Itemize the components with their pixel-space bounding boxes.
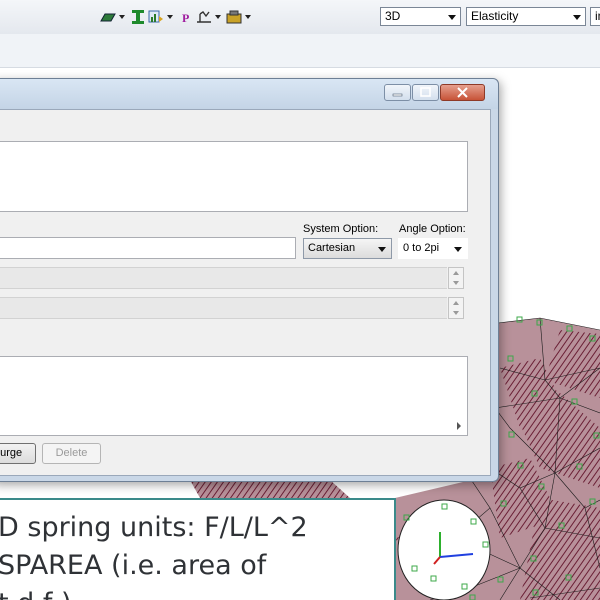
shell-dropdown-arrow[interactable] <box>119 15 125 19</box>
chevron-down-icon <box>448 15 456 20</box>
maximize-button[interactable] <box>412 84 439 101</box>
svg-text:P: P <box>182 11 189 25</box>
coordinate-title-input[interactable] <box>0 237 296 259</box>
spring-dropdown-arrow[interactable] <box>215 15 221 19</box>
coordinate-systems-list[interactable] <box>0 141 468 212</box>
system-option-label: System Option: <box>303 223 379 235</box>
property-type-value: Elasticity <box>471 9 519 23</box>
delete-button[interactable]: Delete <box>42 443 101 464</box>
mesh-hole <box>397 499 491 600</box>
units-select[interactable]: in <box>590 7 600 26</box>
spin-down-icon <box>453 281 459 285</box>
dialog-titlebar[interactable] <box>0 79 498 109</box>
scroll-right-icon[interactable] <box>457 422 461 430</box>
view-mode-value: 3D <box>385 9 401 23</box>
view-mode-select[interactable]: 3D <box>380 7 461 26</box>
caption-line-1: D spring units: F/L/L^2 <box>0 512 308 543</box>
origin-spinner[interactable] <box>448 267 464 289</box>
shell-icon[interactable] <box>100 9 116 25</box>
load-icon[interactable] <box>226 9 242 25</box>
main-toolbar: P 3D Elasticity in <box>0 0 600 35</box>
dialog-client-area: System Option: Cartesian Angle Option: 0… <box>0 109 491 476</box>
property-type-select[interactable]: Elasticity <box>466 7 586 26</box>
units-value: in <box>595 9 600 23</box>
system-option-value: Cartesian <box>308 242 356 254</box>
property-icon[interactable]: P <box>178 9 194 25</box>
spring-icon[interactable] <box>196 9 212 25</box>
chart-icon[interactable] <box>148 9 164 25</box>
spin-up-icon <box>453 301 459 305</box>
angle-option-value: 0 to 2pi <box>403 242 440 254</box>
toolbar-icons: P <box>100 8 254 26</box>
purge-button[interactable]: Purge <box>0 443 36 464</box>
angle-option-label: Angle Option: <box>399 223 466 235</box>
caption-line-2: SPAREA (i.e. area of <box>0 550 267 581</box>
close-button[interactable] <box>440 84 485 101</box>
tutorial-caption: D spring units: F/L/L^2 SPAREA (i.e. are… <box>0 498 396 600</box>
chevron-down-icon <box>378 247 386 252</box>
delete-button-label: Delete <box>55 447 88 459</box>
chevron-down-icon <box>573 15 581 20</box>
spin-up-icon <box>453 271 459 275</box>
minimize-button[interactable] <box>384 84 411 101</box>
beam-section-icon[interactable] <box>130 9 146 25</box>
axis-spinner[interactable] <box>448 297 464 319</box>
mesh-strip <box>190 480 350 498</box>
origin-field[interactable] <box>0 267 447 289</box>
definition-list[interactable] <box>0 356 468 436</box>
load-dropdown-arrow[interactable] <box>245 15 251 19</box>
caption-line-3: t d f ) <box>0 588 72 600</box>
angle-option-select[interactable]: 0 to 2pi <box>398 238 468 259</box>
coordinate-system-dialog: System Option: Cartesian Angle Option: 0… <box>0 78 499 482</box>
axis-field[interactable] <box>0 297 447 319</box>
purge-button-label: Purge <box>0 447 23 459</box>
spin-down-icon <box>453 311 459 315</box>
system-option-select[interactable]: Cartesian <box>303 238 392 259</box>
chevron-down-icon <box>454 247 462 252</box>
chart-dropdown-arrow[interactable] <box>167 15 173 19</box>
secondary-toolbar <box>0 34 600 68</box>
